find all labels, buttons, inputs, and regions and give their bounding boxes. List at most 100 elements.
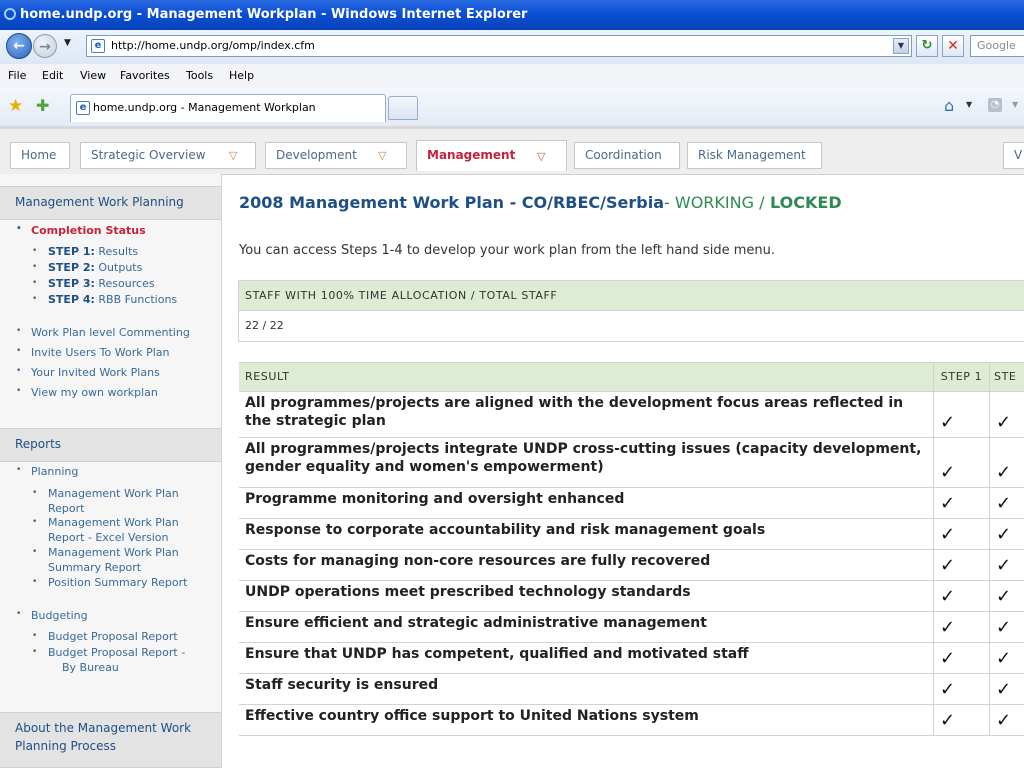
step2-cell: ✓	[989, 705, 1024, 735]
step2-cell: ✓	[989, 519, 1024, 549]
result-text: UNDP operations meet prescribed technolo…	[245, 584, 691, 600]
report-link-budget-proposal[interactable]: • Budget Proposal Report	[32, 629, 178, 644]
tab-development[interactable]: Development ▽	[265, 142, 407, 169]
site-nav: Home Strategic Overview ▽ Development ▽ Ma…	[0, 126, 1024, 175]
table-row: All programmes/projects are aligned with…	[239, 392, 1024, 438]
refresh-button[interactable]: ↻	[916, 35, 938, 57]
result-text: All programmes/projects are aligned with…	[245, 395, 904, 429]
tab-risk-management[interactable]: Risk Management	[687, 142, 822, 169]
sidebar-link-label: Your Invited Work Plans	[31, 366, 160, 379]
search-input[interactable]: Google	[970, 35, 1024, 57]
add-favorites-icon[interactable]: ✚	[36, 96, 49, 115]
check-icon: ✓	[996, 648, 1012, 669]
menu-tools[interactable]: Tools	[186, 69, 213, 82]
menu-edit[interactable]: Edit	[42, 69, 63, 82]
report-line1: Management Work Plan	[48, 546, 179, 559]
results-header-step2: STE	[989, 362, 1024, 392]
feeds-icon[interactable]: ◔	[988, 98, 1002, 112]
history-dropdown-icon[interactable]: ▼	[64, 38, 71, 48]
report-link-budget-by-bureau[interactable]: • Budget Proposal Report - By Bureau	[32, 645, 185, 675]
completion-status-label: Completion Status	[31, 224, 146, 237]
address-input[interactable]: e http://home.undp.org/omp/index.cfm ▼	[86, 35, 912, 57]
tab-more-label: V	[1014, 148, 1023, 162]
menu-view[interactable]: View	[80, 69, 106, 82]
tab-more[interactable]: V	[1003, 142, 1024, 169]
sidebar: Management Work Planning • Completion Sta…	[0, 174, 222, 768]
menu-bar: File Edit View Favorites Tools Help	[0, 64, 1024, 89]
sidebar-step-4[interactable]: • STEP 4: RBB Functions	[32, 292, 178, 307]
check-icon: ✓	[940, 412, 956, 433]
check-icon: ✓	[940, 524, 956, 545]
back-button[interactable]: ←	[6, 33, 32, 59]
check-icon: ✓	[940, 648, 956, 669]
bullet-icon: •	[16, 346, 22, 356]
tab-coordination-label: Coordination	[585, 148, 662, 162]
back-arrow-icon: ←	[13, 38, 25, 54]
home-dropdown-icon[interactable]: ▼	[966, 100, 972, 109]
sidebar-link-invite-users[interactable]: • Invite Users To Work Plan	[16, 346, 170, 359]
step1-cell: ✓	[933, 438, 990, 487]
step-number: STEP 4:	[48, 293, 95, 306]
menu-file[interactable]: File	[8, 69, 26, 82]
check-icon: ✓	[940, 555, 956, 576]
chevron-down-icon: ▽	[378, 149, 387, 162]
completion-status-link[interactable]: • Completion Status	[16, 224, 146, 237]
menu-help[interactable]: Help	[229, 69, 254, 82]
tab-home[interactable]: Home	[10, 142, 70, 169]
menu-favorites[interactable]: Favorites	[120, 69, 170, 82]
title-org: CO/RBEC/Serbia	[521, 193, 665, 212]
bullet-icon: •	[16, 366, 22, 376]
nav-divider	[0, 126, 1024, 129]
table-row: Response to corporate accountability and…	[239, 519, 1024, 550]
check-icon: ✓	[940, 710, 956, 731]
chevron-down-icon: ▽	[537, 150, 546, 163]
result-text: All programmes/projects integrate UNDP c…	[245, 441, 922, 475]
step1-cell: ✓	[933, 612, 990, 642]
planning-label: Planning	[31, 465, 79, 478]
sidebar-budgeting-label: • Budgeting	[16, 609, 88, 622]
home-icon[interactable]: ⌂	[944, 96, 954, 115]
report-link-mwp-excel[interactable]: • Management Work Plan Report - Excel Vers…	[32, 515, 179, 545]
sidebar-link-invited-plans[interactable]: • Your Invited Work Plans	[16, 366, 160, 379]
step2-cell: ✓	[989, 438, 1024, 487]
step1-cell: ✓	[933, 643, 990, 673]
report-link-mwp[interactable]: • Management Work Plan Report	[32, 486, 179, 516]
tab-management[interactable]: Management ▽	[416, 140, 567, 171]
forward-button[interactable]: →	[33, 34, 57, 58]
tab-risk-management-label: Risk Management	[698, 148, 806, 162]
stop-button[interactable]: ✕	[942, 35, 964, 57]
check-icon: ✓	[996, 710, 1012, 731]
report-line1: Position Summary Report	[48, 576, 188, 589]
address-toolbar: ← → ▼ e http://home.undp.org/omp/index.c…	[0, 30, 1024, 65]
sidebar-step-2[interactable]: • STEP 2: Outputs	[32, 260, 142, 275]
step2-cell: ✓	[989, 581, 1024, 611]
sidebar-link-own-workplan[interactable]: • View my own workplan	[16, 386, 158, 399]
sidebar-link-commenting[interactable]: • Work Plan level Commenting	[16, 326, 190, 339]
chevron-down-icon: ▽	[229, 149, 238, 162]
check-icon: ✓	[996, 617, 1012, 638]
tab-development-label: Development	[276, 148, 357, 162]
browser-tab-active[interactable]: e home.undp.org - Management Workplan	[70, 94, 386, 122]
tab-bar: ★ ✚ e home.undp.org - Management Workpla…	[0, 88, 1024, 127]
new-tab-button[interactable]	[388, 96, 418, 120]
feeds-dropdown-icon[interactable]: ▼	[1012, 100, 1018, 109]
tab-strategic-overview[interactable]: Strategic Overview ▽	[80, 142, 256, 169]
result-text: Costs for managing non-core resources ar…	[245, 553, 711, 569]
report-link-mwp-summary[interactable]: • Management Work Plan Summary Report	[32, 545, 179, 575]
tab-coordination[interactable]: Coordination	[574, 142, 680, 169]
result-text: Ensure efficient and strategic administr…	[245, 615, 707, 631]
bullet-icon: •	[32, 488, 38, 498]
result-text: Effective country office support to Unit…	[245, 708, 699, 724]
favorites-star-icon[interactable]: ★	[8, 96, 23, 116]
sidebar-section-about[interactable]: About the Management Work Planning Proces…	[0, 712, 221, 768]
step-label: RBB Functions	[98, 293, 178, 306]
address-dropdown-icon[interactable]: ▼	[893, 38, 909, 54]
step1-cell: ✓	[933, 488, 990, 518]
sidebar-section-work-planning: Management Work Planning	[0, 186, 221, 220]
sidebar-step-3[interactable]: • STEP 3: Resources	[32, 276, 155, 291]
sidebar-step-1[interactable]: • STEP 1: Results	[32, 244, 138, 259]
report-line1: Budget Proposal Report	[48, 630, 178, 643]
bullet-icon: •	[16, 386, 22, 396]
report-link-position-summary[interactable]: • Position Summary Report	[32, 575, 188, 590]
result-text: Response to corporate accountability and…	[245, 522, 766, 538]
